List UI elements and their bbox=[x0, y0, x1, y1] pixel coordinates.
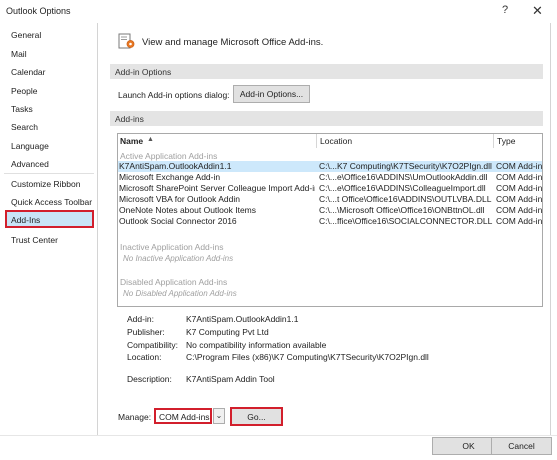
sidebar-item-customize-ribbon[interactable]: Customize Ribbon bbox=[11, 179, 80, 189]
row-name: OneNote Notes about Outlook Items bbox=[119, 205, 257, 215]
row-name: K7AntiSpam.OutlookAddin1.1 bbox=[119, 161, 232, 171]
title-bar: Outlook Options ? ✕ bbox=[0, 0, 557, 23]
row-location: C:\...\Microsoft Office\Office16\ONBttnO… bbox=[319, 205, 485, 215]
column-header-location[interactable]: Location bbox=[320, 136, 352, 146]
sidebar-item-mail[interactable]: Mail bbox=[11, 49, 27, 59]
add-ins-gear-icon bbox=[118, 33, 135, 49]
table-row[interactable]: Outlook Social Connector 2016 C:\...ffic… bbox=[118, 216, 542, 227]
go-button[interactable]: Go... bbox=[230, 407, 283, 426]
section-add-in-options: Add-in Options bbox=[110, 64, 543, 79]
group-active-add-ins: Active Application Add-ins bbox=[120, 151, 218, 161]
detail-location-value: C:\Program Files (x86)\K7 Computing\K7TS… bbox=[186, 352, 429, 362]
sidebar-item-general[interactable]: General bbox=[11, 30, 41, 40]
detail-location-label: Location: bbox=[127, 352, 162, 362]
sidebar-item-people[interactable]: People bbox=[11, 86, 37, 96]
help-button[interactable]: ? bbox=[502, 4, 508, 16]
add-in-options-button[interactable]: Add-in Options... bbox=[233, 85, 310, 103]
row-name: Microsoft Exchange Add-in bbox=[119, 172, 221, 182]
sort-up-icon: ▲ bbox=[147, 136, 154, 143]
group-inactive-add-ins: Inactive Application Add-ins bbox=[120, 242, 224, 252]
detail-add-in-value: K7AntiSpam.OutlookAddin1.1 bbox=[186, 314, 299, 324]
sidebar bbox=[0, 23, 98, 435]
detail-compatibility-value: No compatibility information available bbox=[186, 340, 327, 350]
column-separator bbox=[493, 134, 494, 148]
row-name: Outlook Social Connector 2016 bbox=[119, 216, 237, 226]
sidebar-item-trust-center[interactable]: Trust Center bbox=[11, 235, 58, 245]
footer-divider bbox=[0, 435, 557, 436]
row-location: C:\...e\Office16\ADDINS\UmOutlookAddin.d… bbox=[319, 172, 488, 182]
section-add-ins: Add-ins bbox=[110, 111, 543, 126]
column-separator bbox=[316, 134, 317, 148]
sidebar-item-advanced[interactable]: Advanced bbox=[11, 159, 49, 169]
row-location: C:\...e\Office16\ADDINS\ColleagueImport.… bbox=[319, 183, 486, 193]
window-title: Outlook Options bbox=[6, 6, 71, 16]
detail-add-in-label: Add-in: bbox=[127, 314, 154, 324]
row-type: COM Add-in bbox=[496, 216, 542, 226]
sidebar-item-language[interactable]: Language bbox=[11, 141, 49, 151]
sidebar-item-search[interactable]: Search bbox=[11, 122, 38, 132]
row-location: C:\...t Office\Office16\ADDINS\OUTLVBA.D… bbox=[319, 194, 492, 204]
launch-options-label: Launch Add-in options dialog: bbox=[118, 90, 230, 100]
detail-publisher-value: K7 Computing Pvt Ltd bbox=[186, 327, 269, 337]
sidebar-item-tasks[interactable]: Tasks bbox=[11, 104, 33, 114]
close-button[interactable]: ✕ bbox=[532, 3, 543, 19]
table-row[interactable]: Microsoft Exchange Add-in C:\...e\Office… bbox=[118, 172, 542, 183]
table-row[interactable]: OneNote Notes about Outlook Items C:\...… bbox=[118, 205, 542, 216]
scrollbar-edge bbox=[550, 23, 551, 435]
row-location: C:\...ffice\Office16\SOCIALCONNECTOR.DLL bbox=[319, 216, 493, 226]
group-disabled-add-ins: Disabled Application Add-ins bbox=[120, 277, 228, 287]
manage-label: Manage: bbox=[118, 412, 152, 422]
inactive-empty-message: No Inactive Application Add-ins bbox=[123, 254, 234, 263]
row-type: COM Add-in bbox=[496, 183, 542, 193]
table-row[interactable]: K7AntiSpam.OutlookAddin1.1 C:\...K7 Comp… bbox=[118, 161, 542, 172]
manage-dropdown[interactable]: COM Add-ins bbox=[154, 408, 212, 424]
sidebar-divider bbox=[4, 173, 94, 174]
table-row[interactable]: Microsoft VBA for Outlook Addin C:\...t … bbox=[118, 194, 542, 205]
cancel-button[interactable]: Cancel bbox=[491, 437, 552, 455]
sidebar-item-add-ins[interactable]: Add-Ins bbox=[5, 210, 94, 228]
sidebar-item-quick-access-toolbar[interactable]: Quick Access Toolbar bbox=[11, 197, 92, 207]
sidebar-item-calendar[interactable]: Calendar bbox=[11, 67, 46, 77]
row-type: COM Add-in bbox=[496, 205, 542, 215]
column-header-name[interactable]: Name bbox=[120, 136, 143, 146]
detail-publisher-label: Publisher: bbox=[127, 327, 165, 337]
row-type: COM Add-in bbox=[496, 172, 542, 182]
row-type: COM Add-in bbox=[496, 161, 542, 171]
detail-description-value: K7AntiSpam Addin Tool bbox=[186, 374, 275, 384]
detail-compatibility-label: Compatibility: bbox=[127, 340, 179, 350]
row-location: C:\...K7 Computing\K7TSecurity\K7O2PIgn.… bbox=[319, 161, 492, 171]
row-name: Microsoft SharePoint Server Colleague Im… bbox=[119, 183, 315, 193]
table-row[interactable]: Microsoft SharePoint Server Colleague Im… bbox=[118, 183, 542, 194]
row-name: Microsoft VBA for Outlook Addin bbox=[119, 194, 240, 204]
row-type: COM Add-in bbox=[496, 194, 542, 204]
column-header-type[interactable]: Type bbox=[497, 136, 515, 146]
disabled-empty-message: No Disabled Application Add-ins bbox=[123, 289, 237, 298]
detail-description-label: Description: bbox=[127, 374, 172, 384]
chevron-down-icon[interactable]: ⌄ bbox=[213, 408, 225, 424]
page-header: View and manage Microsoft Office Add-ins… bbox=[142, 37, 324, 48]
